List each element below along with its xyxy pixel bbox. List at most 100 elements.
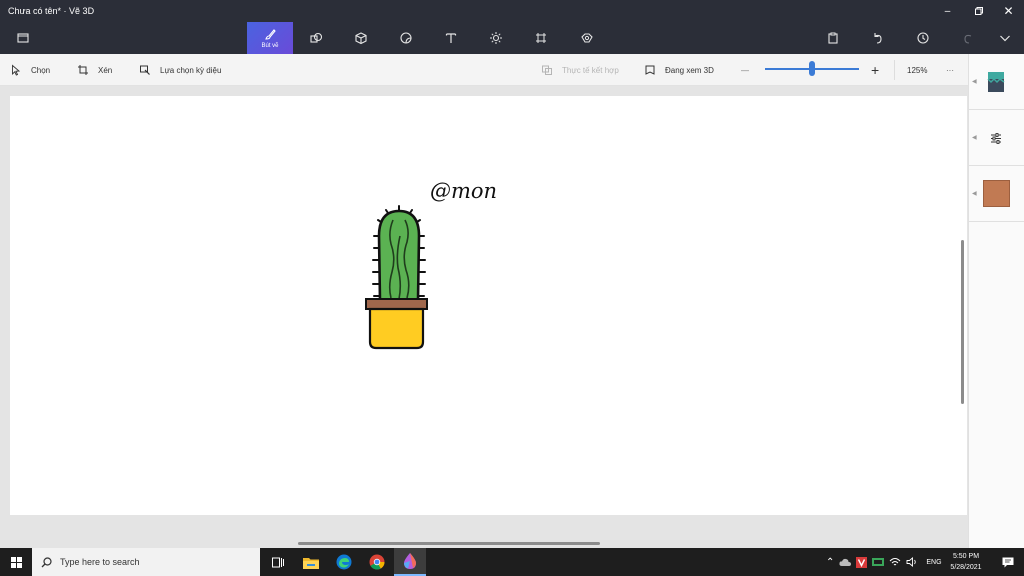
view-3d-icon — [645, 65, 655, 75]
view-3d-button[interactable]: Đang xem 3D — [644, 54, 714, 86]
caret-left-icon: ◀ — [972, 79, 977, 85]
minimize-icon: – — [944, 5, 951, 17]
volume-icon[interactable] — [906, 557, 918, 567]
canvas-tab[interactable] — [518, 22, 564, 54]
2d-shapes-icon — [310, 32, 323, 43]
ribbon: Bút vẽ — [0, 22, 1024, 54]
taskbar-paint-3d[interactable] — [394, 548, 426, 576]
window-title: Chưa có tên* · Vẽ 3D — [8, 6, 95, 16]
zoom-out-button[interactable]: — — [741, 54, 749, 86]
minimize-button[interactable]: – — [932, 0, 963, 22]
notifications-button[interactable] — [992, 548, 1024, 576]
crop-icon — [78, 65, 88, 75]
taskbar-edge[interactable] — [328, 548, 360, 576]
start-button[interactable] — [0, 548, 32, 576]
magic-select-icon — [140, 65, 150, 75]
drawing-canvas[interactable]: @mon — [10, 96, 967, 515]
search-icon — [41, 556, 52, 567]
magic-select-label: Lựa chọn kỳ diệu — [160, 65, 222, 75]
notification-icon — [1002, 557, 1014, 567]
crop-label: Xén — [98, 65, 113, 75]
marker-icon — [987, 71, 1005, 92]
3d-shapes-tab[interactable] — [338, 22, 384, 54]
task-view-icon — [272, 557, 284, 567]
vertical-scrollbar[interactable] — [961, 240, 964, 404]
edge-icon — [336, 554, 352, 570]
select-label: Chọn — [31, 65, 51, 75]
paint-3d-icon — [404, 553, 416, 569]
paste-icon — [828, 32, 838, 44]
zoom-in-button[interactable]: + — [871, 54, 879, 86]
plus-icon: + — [871, 62, 880, 78]
close-button[interactable]: ✕ — [993, 0, 1024, 22]
chevron-down-icon — [999, 35, 1010, 42]
brushes-tab[interactable]: Bút vẽ — [247, 22, 293, 54]
magic-select-button[interactable]: Lựa chọn kỳ diệu — [139, 54, 221, 86]
canvas-drawing: @mon — [365, 179, 497, 350]
3d-shapes-icon — [355, 32, 367, 45]
3d-library-tab[interactable] — [564, 22, 610, 54]
undo-icon — [874, 33, 882, 44]
task-view-button[interactable] — [262, 548, 294, 576]
toolbar: Chọn Xén Lựa chọn kỳ diệu Thực tế kết hợ… — [0, 54, 968, 86]
network-badge-icon[interactable] — [872, 557, 885, 567]
undo-button[interactable] — [855, 22, 901, 54]
toolbar-divider — [894, 60, 895, 80]
zoom-value-text: 125% — [907, 65, 928, 75]
paste-button[interactable] — [810, 22, 856, 54]
2d-shapes-tab[interactable] — [293, 22, 339, 54]
maximize-button[interactable] — [963, 0, 994, 22]
crop-button[interactable]: Xén — [77, 54, 112, 86]
canvas-icon — [536, 33, 546, 43]
caret-left-icon: ◀ — [972, 135, 977, 141]
history-icon — [917, 32, 929, 44]
mixed-reality-icon — [542, 65, 552, 75]
3d-library-icon — [581, 33, 593, 43]
clock-time: 5:50 PM — [952, 553, 980, 560]
onedrive-icon[interactable] — [839, 558, 852, 566]
taskbar-search[interactable]: Type here to search — [32, 548, 260, 576]
clock-date: 5/28/2021 — [950, 564, 982, 571]
history-button[interactable] — [900, 22, 946, 54]
title-bar: Chưa có tên* · Vẽ 3D – ✕ — [0, 0, 1024, 22]
cursor-icon — [12, 64, 21, 76]
folder-icon — [303, 557, 319, 569]
more-button[interactable]: ··· — [946, 54, 954, 86]
restore-icon — [974, 7, 983, 15]
mixed-reality-label: Thực tế kết hợp — [562, 65, 619, 75]
expand-button[interactable] — [985, 22, 1024, 54]
zoom-value[interactable]: 125% — [907, 54, 927, 86]
zoom-slider-thumb[interactable] — [809, 61, 815, 76]
text-tab[interactable] — [428, 22, 474, 54]
chevron-up-icon[interactable]: ⌃ — [826, 557, 834, 568]
more-icon: ··· — [946, 65, 954, 75]
vpn-icon[interactable] — [856, 556, 868, 568]
select-button[interactable]: Chọn — [10, 54, 50, 86]
menu-button[interactable] — [0, 22, 46, 54]
effects-tab[interactable] — [473, 22, 519, 54]
stickers-tab[interactable] — [383, 22, 429, 54]
brushes-label: Bút vẽ — [261, 42, 279, 49]
folder-icon — [17, 33, 29, 43]
taskbar: Type here to search ⌃ ENG 5:50 PM 5/28/2… — [0, 548, 1024, 576]
pot-body — [368, 307, 425, 350]
chrome-icon — [369, 554, 385, 570]
redo-icon — [964, 34, 972, 44]
color-swatch[interactable] — [982, 180, 1010, 207]
mixed-reality-button[interactable]: Thực tế kết hợp — [541, 54, 619, 86]
pot-rim — [365, 298, 428, 310]
taskbar-chrome[interactable] — [361, 548, 393, 576]
view-3d-label: Đang xem 3D — [665, 65, 714, 75]
text-icon — [445, 33, 457, 43]
effects-icon — [490, 32, 502, 44]
close-icon: ✕ — [1003, 4, 1014, 18]
wifi-icon[interactable] — [889, 557, 901, 567]
signature-text: @mon — [430, 179, 497, 203]
brushes-icon — [265, 28, 276, 40]
taskbar-file-explorer[interactable] — [295, 548, 327, 576]
stickers-icon — [400, 32, 412, 44]
clock[interactable]: 5:50 PM 5/28/2021 — [940, 551, 992, 573]
horizontal-scrollbar[interactable] — [298, 542, 600, 545]
sliders-icon — [991, 132, 1001, 144]
minus-icon: — — [741, 65, 749, 75]
